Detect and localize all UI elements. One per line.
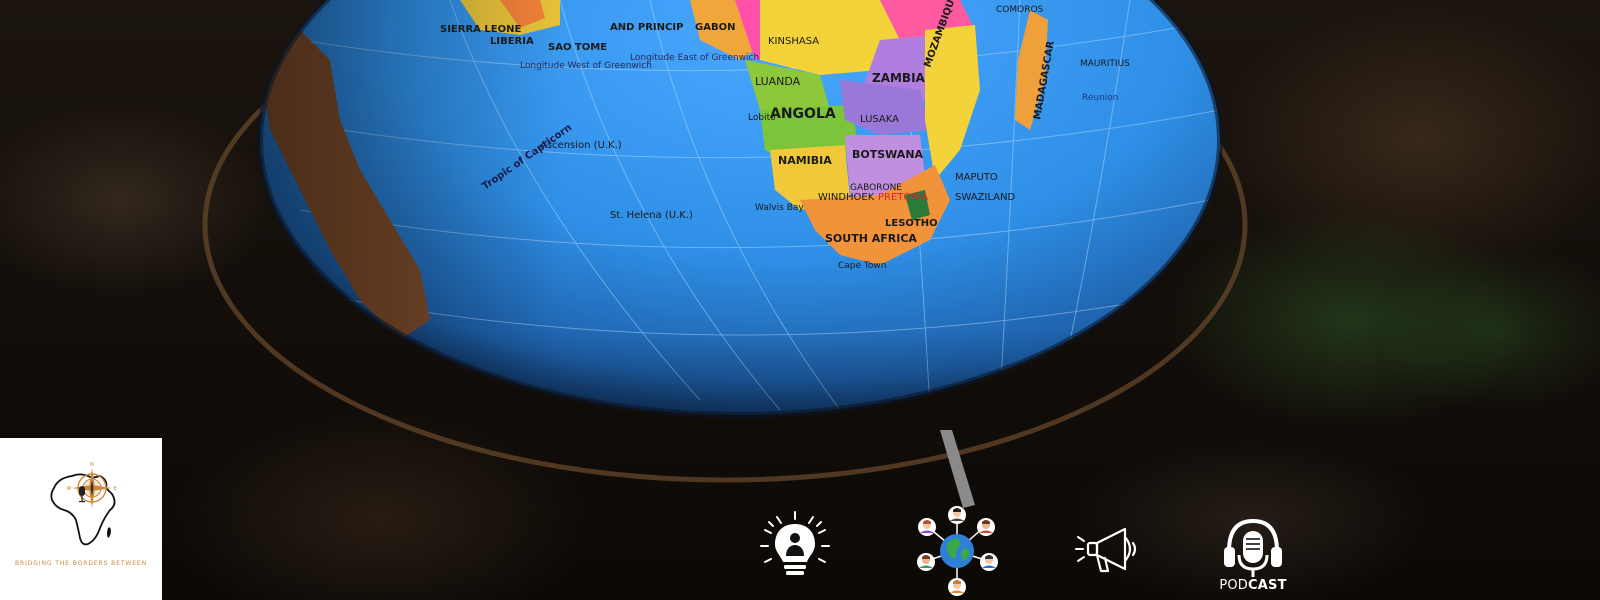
feature-idea[interactable] (755, 510, 835, 600)
feature-community[interactable] (912, 505, 1002, 600)
globe-label: SOUTH AFRICA (825, 232, 917, 245)
globe-label: SIERRA LEONE (440, 24, 521, 35)
globe-label: BOTSWANA (852, 148, 924, 161)
globe-label: PRETORIA (878, 192, 928, 203)
globe-label: AND PRINCIP (610, 22, 683, 33)
feature-announce[interactable] (1074, 523, 1152, 600)
globe-label: NAMIBIA (778, 154, 832, 167)
globe-label: Cape Town (838, 261, 886, 271)
globe-label: WINDHOEK (818, 192, 875, 203)
globe-label: ZAMBIA (872, 71, 926, 85)
podcast-microphone-icon (1224, 518, 1282, 577)
globe-label: Lobito (748, 113, 776, 123)
global-community-icon (917, 506, 998, 596)
globe-label: MAPUTO (955, 172, 998, 183)
podcast-label: PODCAST (1219, 578, 1287, 593)
lightbulb-person-icon (760, 511, 830, 575)
feature-podcast[interactable]: PODCAST (1218, 513, 1288, 600)
globe-label: SWAZILAND (955, 192, 1015, 203)
globe-label: SAO TOME (548, 42, 607, 53)
globe-label: KINSHASA (768, 36, 819, 47)
globe-label: LUANDA (755, 75, 801, 88)
globe-label: LIBERIA (490, 36, 534, 47)
globe-label: GABON (695, 22, 735, 33)
globe-label: Longitude East of Greenwich (630, 53, 759, 63)
globe-label: Reunion (1082, 93, 1119, 103)
megaphone-icon (1075, 527, 1137, 573)
globe-label: LESOTHO (885, 218, 938, 229)
globe-label: MAURITIUS (1080, 59, 1130, 69)
svg-text:N: N (90, 462, 94, 468)
svg-text:W: W (67, 486, 72, 492)
svg-text:E: E (113, 486, 116, 492)
globe-label: LUSAKA (860, 114, 899, 125)
globe-stand-post (940, 430, 975, 508)
feature-icon-row: PODCAST (0, 505, 1600, 600)
globe-label: Walvis Bay (755, 203, 804, 213)
globe-label: St. Helena (U.K.) (610, 210, 693, 221)
globe-label: ANGOLA (770, 106, 836, 122)
globe-label: COMOROS (996, 5, 1044, 15)
